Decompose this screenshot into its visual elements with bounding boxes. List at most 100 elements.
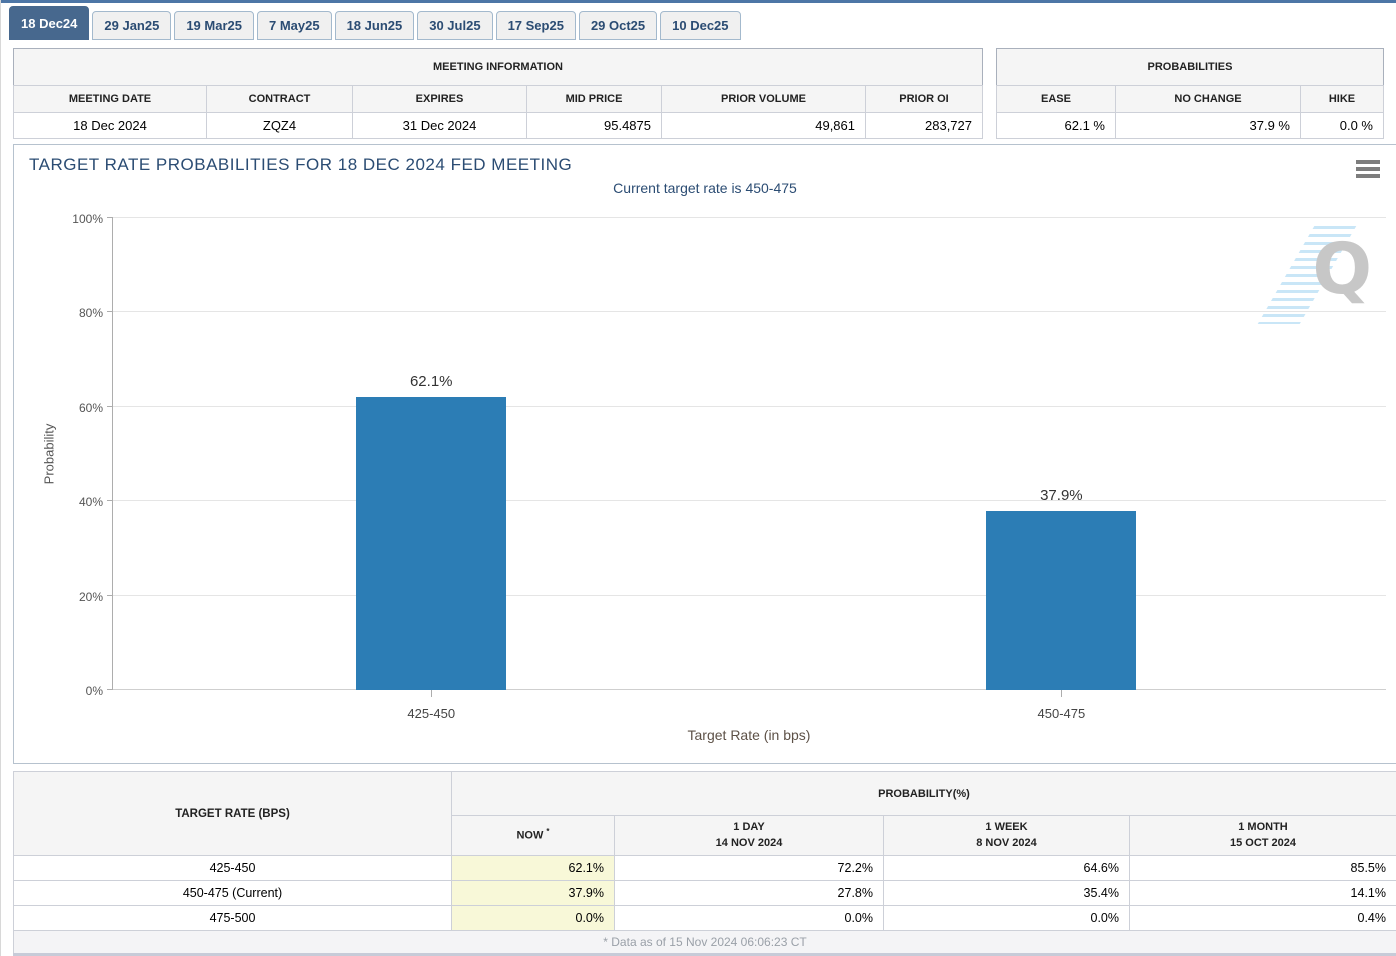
- month-value: 85.5%: [1130, 856, 1396, 881]
- month-value: 14.1%: [1130, 881, 1396, 906]
- data-as-of-footnote: * Data as of 15 Nov 2024 06:06:23 CT: [14, 931, 1396, 955]
- x-tick-label-425-450: 425-450: [351, 706, 511, 721]
- tab-label: 18 Dec24: [21, 16, 77, 31]
- prior-volume-value: 49,861: [662, 113, 866, 139]
- col-hike: HIKE: [1301, 86, 1384, 113]
- x-tick: [431, 690, 432, 697]
- target-rate-chart-panel: TARGET RATE PROBABILITIES FOR 18 DEC 202…: [13, 144, 1396, 764]
- tab-29-jan25[interactable]: 29 Jan25: [92, 11, 171, 40]
- mid-price-value: 95.4875: [527, 113, 662, 139]
- now-value: 0.0%: [452, 906, 615, 931]
- y-tick: [107, 500, 113, 501]
- x-tick: [1061, 690, 1062, 697]
- col-ease: EASE: [997, 86, 1116, 113]
- probability-pct-header: PROBABILITY(%): [452, 772, 1396, 816]
- tab-7-may25[interactable]: 7 May25: [257, 11, 332, 40]
- y-tick-label-100: 100%: [57, 212, 103, 226]
- col-meeting-date: MEETING DATE: [14, 86, 207, 113]
- gridline-100: [113, 217, 1386, 218]
- probability-history-table: TARGET RATE (BPS) PROBABILITY(%) NOW * 1…: [13, 771, 1396, 956]
- tab-label: 17 Sep25: [508, 18, 564, 33]
- week-value: 35.4%: [884, 881, 1130, 906]
- rate-label: 425-450: [14, 856, 452, 881]
- meeting-information-table: MEETING INFORMATION MEETING DATE CONTRAC…: [13, 48, 983, 139]
- tab-label: 29 Oct25: [591, 18, 645, 33]
- contract-value: ZQZ4: [207, 113, 353, 139]
- y-tick-label-80: 80%: [57, 306, 103, 320]
- bar-value-label-450-475: 37.9%: [986, 487, 1136, 504]
- col-expires: EXPIRES: [353, 86, 527, 113]
- tab-label: 29 Jan25: [104, 18, 159, 33]
- y-axis-title: Probability: [42, 424, 57, 485]
- tab-30-jul25[interactable]: 30 Jul25: [417, 11, 492, 40]
- y-tick: [107, 595, 113, 596]
- table-row: 475-500 0.0% 0.0% 0.0% 0.4%: [14, 906, 1396, 931]
- rate-label: 475-500: [14, 906, 452, 931]
- y-tick-label-0: 0%: [57, 684, 103, 698]
- meeting-tabbar: 18 Dec24 29 Jan25 19 Mar25 7 May25 18 Ju…: [1, 3, 1396, 40]
- probabilities-summary-table: PROBABILITIES EASE NO CHANGE HIKE 62.1 %…: [996, 48, 1384, 139]
- probabilities-title: PROBABILITIES: [997, 49, 1384, 86]
- bar-450-475: [986, 511, 1136, 690]
- week-value: 0.0%: [884, 906, 1130, 931]
- col-1-week: 1 WEEK8 NOV 2024: [884, 816, 1130, 856]
- x-axis-line: [113, 689, 1386, 690]
- tab-18-jun25[interactable]: 18 Jun25: [335, 11, 415, 40]
- bar-425-450: [356, 397, 506, 690]
- watermark-q-letter: Q: [1312, 234, 1372, 304]
- now-value: 62.1%: [452, 856, 615, 881]
- col-1-day: 1 DAY14 NOV 2024: [615, 816, 884, 856]
- hamburger-menu-icon[interactable]: [1356, 160, 1380, 181]
- col-prior-oi: PRIOR OI: [866, 86, 983, 113]
- meeting-date-value: 18 Dec 2024: [14, 113, 207, 139]
- table-row: 425-450 62.1% 72.2% 64.6% 85.5%: [14, 856, 1396, 881]
- y-tick-label-40: 40%: [57, 495, 103, 509]
- y-tick: [107, 689, 113, 690]
- tab-label: 7 May25: [269, 18, 320, 33]
- col-now: NOW *: [452, 816, 615, 856]
- tab-label: 19 Mar25: [186, 18, 242, 33]
- day-value: 27.8%: [615, 881, 884, 906]
- table-row: 450-475 (Current) 37.9% 27.8% 35.4% 14.1…: [14, 881, 1396, 906]
- col-contract: CONTRACT: [207, 86, 353, 113]
- tab-18-dec24[interactable]: 18 Dec24: [9, 6, 89, 40]
- week-value: 64.6%: [884, 856, 1130, 881]
- day-value: 72.2%: [615, 856, 884, 881]
- day-value: 0.0%: [615, 906, 884, 931]
- bar-chart-plot-area: 0% 20% 40% 60% 80% 100% Probability Q 62…: [112, 218, 1386, 690]
- y-tick: [107, 406, 113, 407]
- now-value: 37.9%: [452, 881, 615, 906]
- y-tick: [107, 217, 113, 218]
- table-footnote-row: * Data as of 15 Nov 2024 06:06:23 CT: [14, 931, 1396, 955]
- meeting-information-title: MEETING INFORMATION: [14, 49, 983, 86]
- col-no-change: NO CHANGE: [1116, 86, 1301, 113]
- ease-value: 62.1 %: [997, 113, 1116, 139]
- prior-oi-value: 283,727: [866, 113, 983, 139]
- y-tick-label-60: 60%: [57, 401, 103, 415]
- expires-value: 31 Dec 2024: [353, 113, 527, 139]
- y-tick: [107, 311, 113, 312]
- col-prior-volume: PRIOR VOLUME: [662, 86, 866, 113]
- x-axis-title: Target Rate (in bps): [112, 727, 1386, 743]
- col-mid-price: MID PRICE: [527, 86, 662, 113]
- col-1-month: 1 MONTH15 OCT 2024: [1130, 816, 1396, 856]
- gridline-80: [113, 311, 1386, 312]
- footnote-marker: *: [546, 827, 549, 836]
- gridline-40: [113, 500, 1386, 501]
- x-tick-label-450-475: 450-475: [981, 706, 1141, 721]
- tab-17-sep25[interactable]: 17 Sep25: [496, 11, 576, 40]
- chart-subtitle: Current target rate is 450-475: [14, 180, 1396, 196]
- y-tick-label-20: 20%: [57, 590, 103, 604]
- tab-label: 10 Dec25: [672, 18, 728, 33]
- no-change-value: 37.9 %: [1116, 113, 1301, 139]
- tab-label: 18 Jun25: [347, 18, 403, 33]
- rate-label: 450-475 (Current): [14, 881, 452, 906]
- gridline-60: [113, 406, 1386, 407]
- tab-19-mar25[interactable]: 19 Mar25: [174, 11, 254, 40]
- tab-29-oct25[interactable]: 29 Oct25: [579, 11, 657, 40]
- hike-value: 0.0 %: [1301, 113, 1384, 139]
- tab-10-dec25[interactable]: 10 Dec25: [660, 11, 740, 40]
- month-value: 0.4%: [1130, 906, 1396, 931]
- quikstrike-watermark: Q: [1278, 226, 1382, 326]
- tab-label: 30 Jul25: [429, 18, 480, 33]
